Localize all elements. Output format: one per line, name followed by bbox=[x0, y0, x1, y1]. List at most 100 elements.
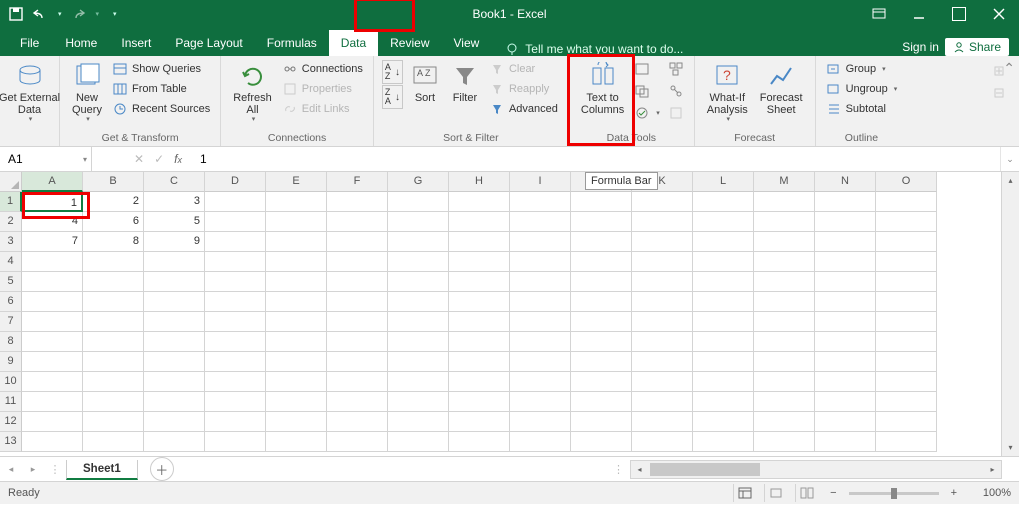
tab-page-layout[interactable]: Page Layout bbox=[163, 30, 254, 56]
cell[interactable] bbox=[815, 432, 876, 452]
cell[interactable] bbox=[327, 292, 388, 312]
flash-fill-button[interactable] bbox=[632, 60, 662, 78]
cell[interactable] bbox=[83, 292, 144, 312]
cell[interactable] bbox=[449, 192, 510, 212]
cell[interactable] bbox=[388, 272, 449, 292]
cell[interactable] bbox=[754, 192, 815, 212]
cell[interactable] bbox=[144, 352, 205, 372]
cell[interactable] bbox=[510, 372, 571, 392]
name-box[interactable]: ▾ bbox=[0, 147, 92, 171]
cell[interactable] bbox=[449, 232, 510, 252]
cell[interactable] bbox=[815, 412, 876, 432]
cell[interactable] bbox=[693, 192, 754, 212]
cell[interactable] bbox=[327, 192, 388, 212]
sheet-nav-next[interactable]: ▸ bbox=[22, 457, 44, 481]
cell[interactable] bbox=[571, 352, 632, 372]
cell[interactable] bbox=[144, 272, 205, 292]
cell[interactable] bbox=[205, 212, 266, 232]
sheet-tab-active[interactable]: Sheet1 bbox=[66, 460, 138, 480]
add-sheet-button[interactable]: ＋ bbox=[150, 457, 174, 481]
sort-desc-button[interactable]: ZA↓ bbox=[382, 85, 403, 109]
cell[interactable]: 2 bbox=[83, 192, 144, 212]
text-to-columns-button[interactable]: Text to Columns bbox=[577, 60, 628, 118]
cell[interactable] bbox=[22, 412, 83, 432]
cell[interactable]: 6 bbox=[83, 212, 144, 232]
cell[interactable] bbox=[754, 272, 815, 292]
cell[interactable] bbox=[205, 292, 266, 312]
redo-dropdown-icon[interactable]: ▾ bbox=[96, 10, 100, 18]
tab-insert[interactable]: Insert bbox=[109, 30, 163, 56]
cell[interactable] bbox=[510, 192, 571, 212]
cell[interactable] bbox=[815, 372, 876, 392]
undo-dropdown-icon[interactable]: ▾ bbox=[58, 10, 62, 18]
row-header[interactable]: 1 bbox=[0, 192, 22, 212]
row-header[interactable]: 5 bbox=[0, 272, 22, 292]
cell[interactable] bbox=[571, 192, 632, 212]
column-header[interactable]: O bbox=[876, 172, 937, 192]
ribbon-options-icon[interactable] bbox=[859, 0, 899, 28]
cell[interactable] bbox=[571, 372, 632, 392]
cell[interactable] bbox=[510, 332, 571, 352]
cell[interactable] bbox=[571, 212, 632, 232]
cell[interactable] bbox=[876, 212, 937, 232]
cell[interactable] bbox=[266, 392, 327, 412]
cell[interactable] bbox=[266, 232, 327, 252]
row-header[interactable]: 4 bbox=[0, 252, 22, 272]
cell[interactable]: 8 bbox=[83, 232, 144, 252]
cell[interactable] bbox=[815, 352, 876, 372]
cell[interactable] bbox=[22, 332, 83, 352]
cell[interactable] bbox=[266, 292, 327, 312]
cell[interactable] bbox=[327, 312, 388, 332]
cell[interactable] bbox=[388, 212, 449, 232]
cell[interactable] bbox=[22, 432, 83, 452]
cell[interactable] bbox=[571, 272, 632, 292]
column-header[interactable]: I bbox=[510, 172, 571, 192]
cell[interactable] bbox=[327, 212, 388, 232]
cell[interactable] bbox=[693, 272, 754, 292]
cell[interactable] bbox=[876, 432, 937, 452]
cell[interactable] bbox=[693, 212, 754, 232]
cell[interactable] bbox=[22, 372, 83, 392]
column-header[interactable]: G bbox=[388, 172, 449, 192]
cell[interactable] bbox=[754, 252, 815, 272]
cell[interactable] bbox=[693, 232, 754, 252]
redo-icon[interactable] bbox=[70, 6, 86, 22]
cell[interactable] bbox=[815, 192, 876, 212]
cell[interactable] bbox=[632, 192, 693, 212]
cell[interactable]: 5 bbox=[144, 212, 205, 232]
cell[interactable] bbox=[22, 312, 83, 332]
cell[interactable] bbox=[266, 252, 327, 272]
cell[interactable] bbox=[388, 292, 449, 312]
cell[interactable] bbox=[876, 252, 937, 272]
column-header[interactable]: N bbox=[815, 172, 876, 192]
page-layout-view-button[interactable] bbox=[764, 484, 787, 502]
cell[interactable] bbox=[632, 312, 693, 332]
tab-home[interactable]: Home bbox=[53, 30, 109, 56]
cell[interactable] bbox=[632, 212, 693, 232]
relationships-button[interactable] bbox=[666, 82, 686, 100]
cell[interactable] bbox=[754, 232, 815, 252]
cell[interactable] bbox=[571, 412, 632, 432]
cell[interactable] bbox=[388, 232, 449, 252]
group-button[interactable]: Group▾ bbox=[824, 60, 888, 78]
cell[interactable] bbox=[205, 392, 266, 412]
cell[interactable]: 3 bbox=[144, 192, 205, 212]
cell[interactable] bbox=[571, 232, 632, 252]
share-button[interactable]: Share bbox=[945, 38, 1009, 56]
cell[interactable] bbox=[388, 352, 449, 372]
row-header[interactable]: 6 bbox=[0, 292, 22, 312]
cell[interactable] bbox=[449, 392, 510, 412]
column-header[interactable]: E bbox=[266, 172, 327, 192]
cell[interactable] bbox=[510, 252, 571, 272]
cell[interactable] bbox=[510, 312, 571, 332]
cell[interactable]: 4 bbox=[22, 212, 83, 232]
name-box-dropdown-icon[interactable]: ▾ bbox=[83, 155, 87, 164]
cell[interactable] bbox=[571, 292, 632, 312]
formula-input[interactable] bbox=[194, 147, 1000, 171]
cell[interactable] bbox=[693, 352, 754, 372]
tab-view[interactable]: View bbox=[442, 30, 492, 56]
cell[interactable] bbox=[754, 292, 815, 312]
row-header[interactable]: 11 bbox=[0, 392, 22, 412]
cell[interactable] bbox=[632, 252, 693, 272]
minimize-button[interactable] bbox=[899, 0, 939, 28]
